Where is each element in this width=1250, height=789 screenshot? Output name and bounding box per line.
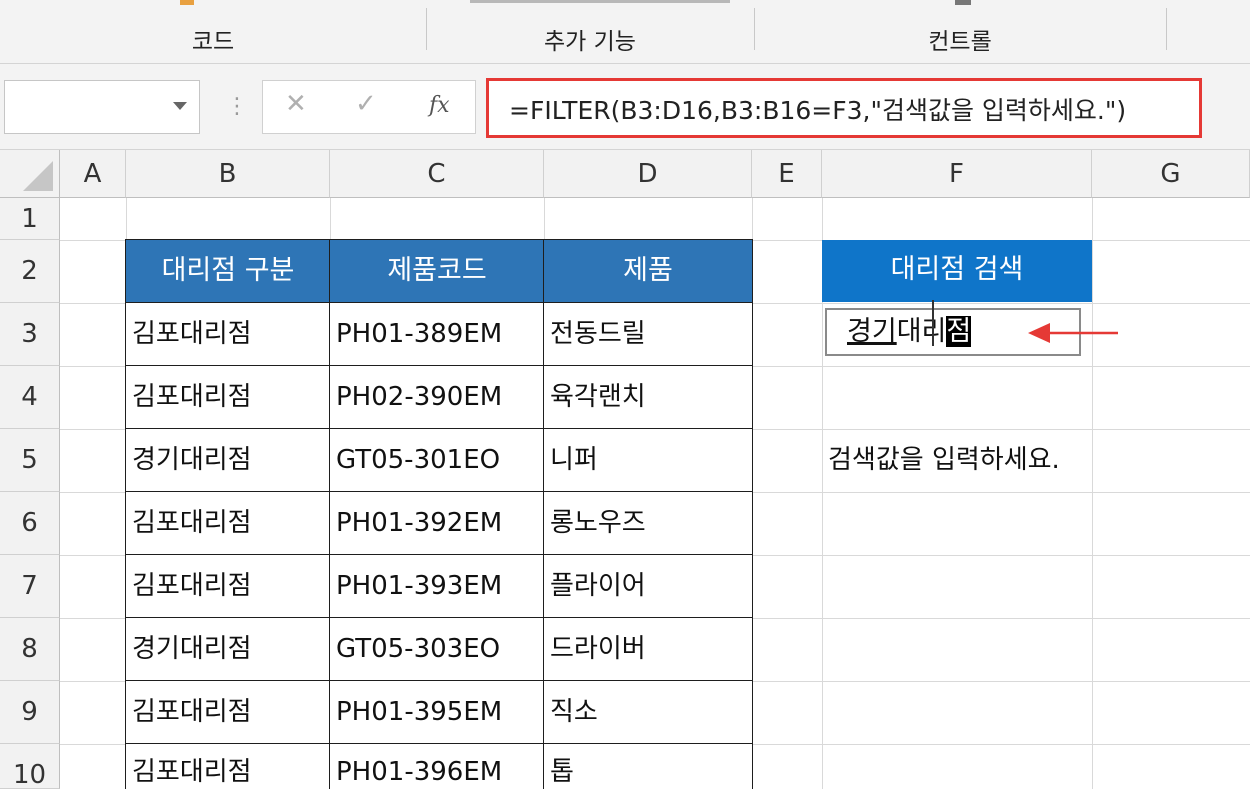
search-header: 대리점 검색 — [822, 240, 1092, 302]
cancel-icon[interactable]: ✕ — [285, 89, 307, 119]
table-cell[interactable]: GT05-301EO — [329, 428, 545, 493]
formula-bar-row: ⋮ ✕ ✓ fx =FILTER(B3:D16,B3:B16=F3,"검색값을 … — [0, 64, 1250, 150]
ribbon-group-label: 추가 기능 — [544, 29, 636, 55]
ribbon-separator — [1166, 8, 1167, 50]
row-header-1[interactable]: 1 — [0, 198, 60, 240]
table-header-branch[interactable]: 대리점 구분 — [125, 239, 331, 304]
search-input-part: 대리 — [896, 316, 947, 347]
table-cell[interactable]: PH01-392EM — [329, 491, 545, 556]
table-header-product-code[interactable]: 제품코드 — [329, 239, 545, 304]
table-cell[interactable]: 롱노우즈 — [543, 491, 753, 556]
ribbon-group-label: 코드 — [191, 29, 235, 55]
table-cell[interactable]: 김포대리점 — [125, 491, 331, 556]
table-cell[interactable]: 김포대리점 — [125, 743, 331, 789]
table-cell[interactable]: 톱 — [543, 743, 753, 789]
chevron-down-icon[interactable] — [173, 102, 187, 110]
ribbon-group-addins[interactable]: 추가 기능 — [426, 0, 754, 64]
table-cell[interactable]: 니퍼 — [543, 428, 753, 493]
ribbon-group-code[interactable]: 코드 — [0, 0, 426, 64]
row-header-7[interactable]: 7 — [0, 555, 60, 618]
text-cursor-icon — [932, 300, 934, 346]
table-cell[interactable]: PH01-396EM — [329, 743, 545, 789]
table-cell[interactable]: 플라이어 — [543, 554, 753, 619]
table-cell[interactable]: 김포대리점 — [125, 554, 331, 619]
table-cell[interactable]: 전동드릴 — [543, 302, 753, 367]
table-header-product[interactable]: 제품 — [543, 239, 753, 304]
row-header-5[interactable]: 5 — [0, 429, 60, 492]
table-cell[interactable]: 직소 — [543, 680, 753, 745]
table-cell[interactable]: 경기대리점 — [125, 617, 331, 682]
vertical-dots-icon[interactable]: ⋮ — [226, 92, 248, 122]
column-header-d[interactable]: D — [544, 150, 752, 198]
search-result-cell[interactable]: 검색값을 입력하세요. — [828, 429, 1228, 492]
row-header-10[interactable]: 10 — [0, 744, 60, 789]
row-header-2[interactable]: 2 — [0, 240, 60, 303]
table-cell[interactable]: 육각랜치 — [543, 365, 753, 430]
row-header-8[interactable]: 8 — [0, 618, 60, 681]
table-cell[interactable]: 드라이버 — [543, 617, 753, 682]
insert-function-icon[interactable]: fx — [429, 93, 450, 118]
column-header-a[interactable]: A — [60, 150, 126, 198]
table-cell[interactable]: 경기대리점 — [125, 428, 331, 493]
ribbon-group-label: 컨트롤 — [928, 29, 992, 55]
table-cell[interactable]: 김포대리점 — [125, 680, 331, 745]
select-all-corner[interactable] — [0, 150, 60, 198]
table-cell[interactable]: 김포대리점 — [125, 365, 331, 430]
formula-input[interactable]: =FILTER(B3:D16,B3:B16=F3,"검색값을 입력하세요.") — [486, 78, 1202, 138]
row-header-9[interactable]: 9 — [0, 681, 60, 744]
table-cell[interactable]: 김포대리점 — [125, 302, 331, 367]
table-cell[interactable]: GT05-303EO — [329, 617, 545, 682]
ribbon: 코드 추가 기능 컨트롤 — [0, 0, 1250, 64]
table-cell[interactable]: PH01-393EM — [329, 554, 545, 619]
row-header-3[interactable]: 3 — [0, 303, 60, 366]
formula-buttons: ✕ ✓ fx — [262, 80, 476, 134]
row-header-4[interactable]: 4 — [0, 366, 60, 429]
search-input-part: 점 — [946, 316, 972, 347]
column-header-g[interactable]: G — [1092, 150, 1250, 198]
table-cell[interactable]: PH01-395EM — [329, 680, 545, 745]
table-cell[interactable]: PH02-390EM — [329, 365, 545, 430]
table-cell[interactable]: PH01-389EM — [329, 302, 545, 367]
name-box[interactable] — [4, 80, 200, 134]
column-header-c[interactable]: C — [330, 150, 544, 198]
red-arrow-icon — [1028, 323, 1118, 343]
search-input-part: 경기 — [847, 316, 897, 347]
ribbon-group-controls[interactable]: 컨트롤 — [754, 0, 1166, 64]
column-header-f[interactable]: F — [822, 150, 1092, 198]
column-header-e[interactable]: E — [752, 150, 822, 198]
row-header-6[interactable]: 6 — [0, 492, 60, 555]
column-header-b[interactable]: B — [126, 150, 330, 198]
enter-icon[interactable]: ✓ — [355, 89, 377, 119]
